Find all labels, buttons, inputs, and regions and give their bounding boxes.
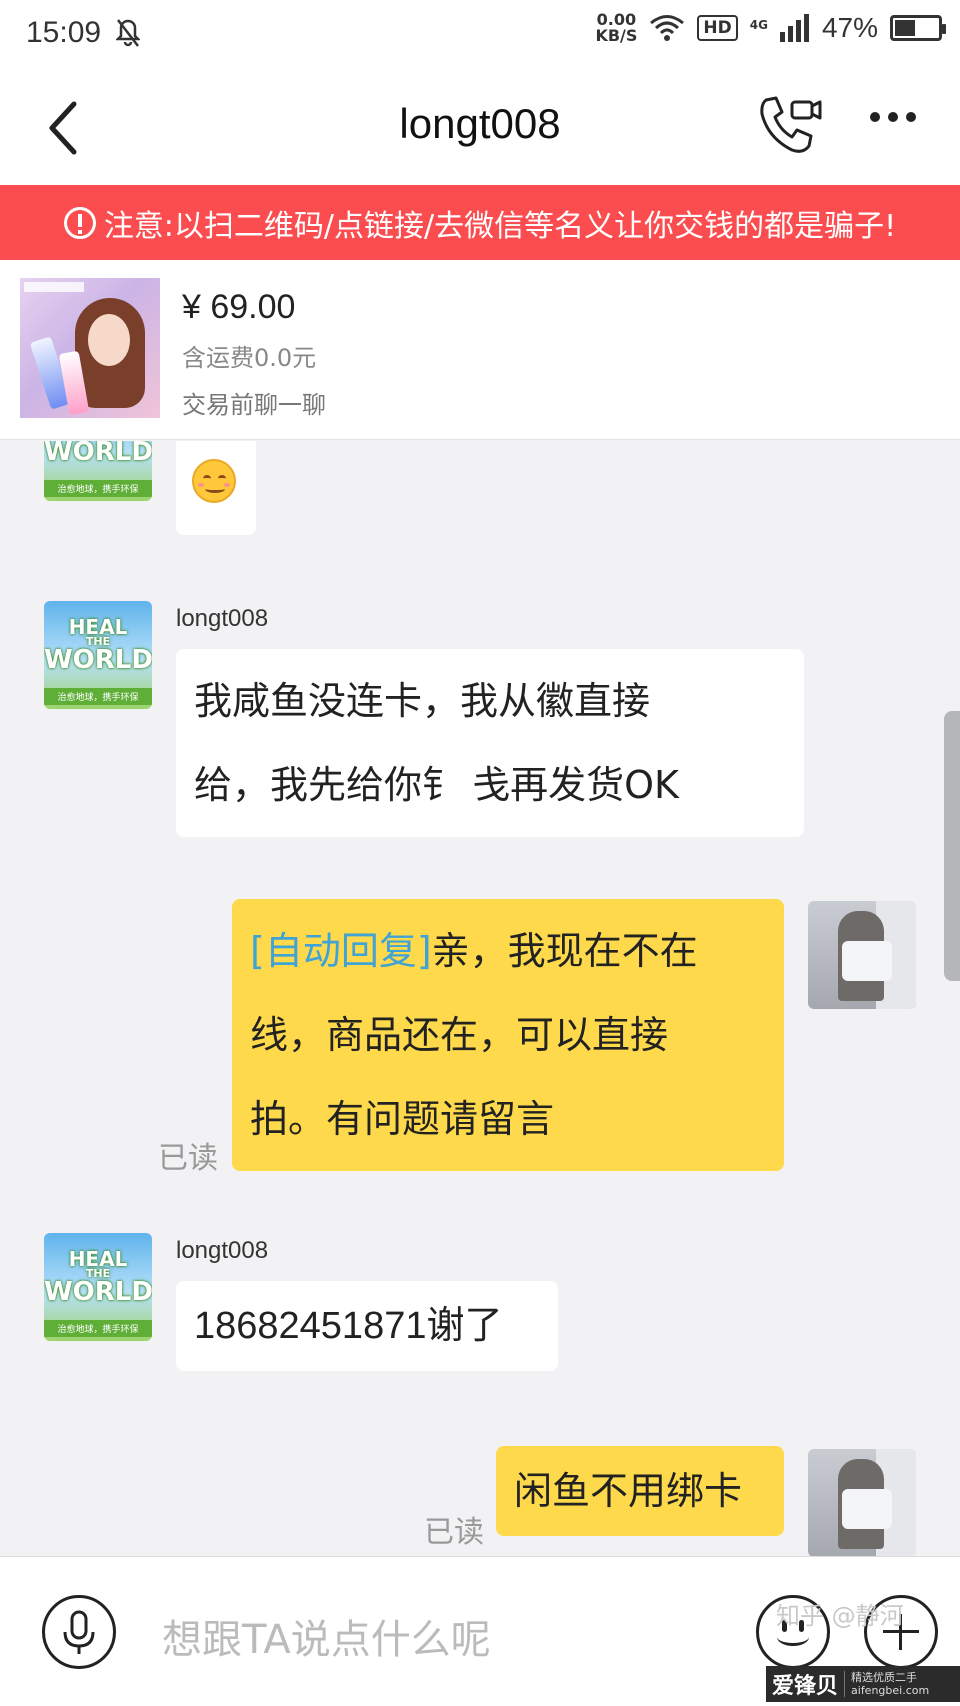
product-thumbnail[interactable] xyxy=(20,278,160,418)
chat-before-trade-label: 交易前聊一聊 xyxy=(182,391,326,419)
status-time: 15:09 xyxy=(26,16,102,49)
more-dot xyxy=(870,112,880,122)
watermark-sub-line: aifengbei.com xyxy=(851,1684,930,1697)
hd-badge: HD xyxy=(697,15,738,41)
emoji-blush xyxy=(198,483,204,487)
battery-fill xyxy=(895,20,915,36)
call-icon[interactable] xyxy=(756,94,824,158)
thumbnail-brand-strip xyxy=(24,282,84,292)
more-options-icon[interactable] xyxy=(870,112,916,122)
message-bubble[interactable]: 闲鱼不用绑卡 xyxy=(496,1446,784,1536)
net-speed-unit: KB/S xyxy=(595,26,638,45)
message-line: 闲鱼不用绑卡 xyxy=(514,1469,743,1513)
auto-reply-tag: [自动回复] xyxy=(250,929,432,973)
message-line: 我咸鱼没连卡，我从徽直接 xyxy=(194,679,651,723)
watermark-logo-sub: 精选优质二手 aifengbei.com xyxy=(844,1671,929,1697)
wifi-icon xyxy=(650,15,685,41)
shipping-fee: 含运费0.0元 xyxy=(182,344,317,372)
watermark-logo-text: 爱锋贝 xyxy=(772,1674,839,1699)
smiling-face-emoji-icon xyxy=(192,459,236,503)
emoji-mouth xyxy=(205,485,225,493)
chat-messages[interactable]: HEAL THE WORLD 治愈地球，携手环保 HEAL THE WORLD … xyxy=(0,441,960,1556)
product-price: ¥ 69.00 xyxy=(182,288,296,326)
network-type: 4G xyxy=(749,18,768,32)
message-line: 线，商品还在，可以直接 xyxy=(250,1013,669,1057)
microphone-icon xyxy=(63,1610,95,1654)
warning-text: 注意:以扫二维码/点链接/去微信等名义让你交钱的都是骗子! xyxy=(103,208,897,244)
message-line: [自动回复]亲，我现在不在 xyxy=(250,909,766,993)
product-card[interactable]: ¥ 69.00 含运费0.0元 交易前聊一聊 xyxy=(0,260,960,440)
chat-header: longt008 xyxy=(0,70,960,185)
scrollbar-handle[interactable] xyxy=(944,711,960,981)
avatar-subtext: 治愈地球，携手环保 xyxy=(44,1320,152,1337)
message-bubble[interactable]: 我咸鱼没连卡，我从徽直接 给，我先给你钅 戋再发货OK xyxy=(176,649,804,837)
read-status: 已读 xyxy=(158,1141,218,1176)
contact-avatar[interactable]: HEAL THE WORLD 治愈地球，携手环保 xyxy=(44,441,152,501)
net-speed: 0.00 KB/S xyxy=(595,12,637,44)
signal-icon xyxy=(779,14,809,42)
status-bar: 15:09 0.00 KB/S HD 4G 47% xyxy=(0,0,960,70)
thumbnail-model-face xyxy=(88,314,130,366)
fraud-warning-banner: 注意:以扫二维码/点链接/去微信等名义让你交钱的都是骗子! xyxy=(0,185,960,260)
sender-name: longt008 xyxy=(176,1237,269,1264)
message-bubble[interactable]: 18682451871谢了 xyxy=(176,1281,558,1371)
alert-icon xyxy=(63,206,96,239)
voice-input-icon[interactable] xyxy=(42,1595,116,1669)
contact-avatar[interactable]: HEAL THE WORLD 治愈地球，携手环保 xyxy=(44,601,152,709)
emoji-message-bubble[interactable] xyxy=(176,441,256,535)
avatar-text: WORLD xyxy=(44,1277,152,1307)
emoji-blush xyxy=(224,483,230,487)
battery-percent: 47% xyxy=(821,12,878,43)
read-status: 已读 xyxy=(424,1515,484,1550)
sender-name: longt008 xyxy=(176,605,269,632)
avatar-photo-bag xyxy=(842,1489,892,1529)
message-line: 拍。有问题请留言 xyxy=(250,1097,555,1141)
message-input[interactable]: 想跟TA说点什么呢 xyxy=(162,1607,491,1665)
zhihu-watermark: 知乎 @静河 xyxy=(776,1602,904,1630)
avatar-text: WORLD xyxy=(44,441,152,467)
avatar-photo-bag xyxy=(842,941,892,981)
contact-avatar[interactable]: HEAL THE WORLD 治愈地球，携手环保 xyxy=(44,1233,152,1341)
avatar-subtext: 治愈地球，携手环保 xyxy=(44,688,152,705)
more-dot xyxy=(888,112,898,122)
mute-bell-icon xyxy=(116,19,140,47)
message-line: 18682451871谢了 xyxy=(194,1305,503,1347)
message-bubble[interactable]: [自动回复]亲，我现在不在 线，商品还在，可以直接 拍。有问题请留言 xyxy=(232,899,784,1171)
avatar-text: WORLD xyxy=(44,645,152,675)
my-avatar[interactable] xyxy=(808,1449,916,1556)
avatar-subtext: 治愈地球，携手环保 xyxy=(44,480,152,497)
battery-icon xyxy=(890,15,946,41)
my-avatar[interactable] xyxy=(808,901,916,1009)
site-watermark-logo: 爱锋贝 精选优质二手 aifengbei.com xyxy=(766,1666,960,1702)
more-dot xyxy=(906,112,916,122)
message-line: 给，我先给你钅 戋再发货OK xyxy=(194,763,679,807)
watermark-sub-line: 精选优质二手 xyxy=(851,1671,918,1684)
message-text: 亲，我现在不在 xyxy=(431,929,698,973)
